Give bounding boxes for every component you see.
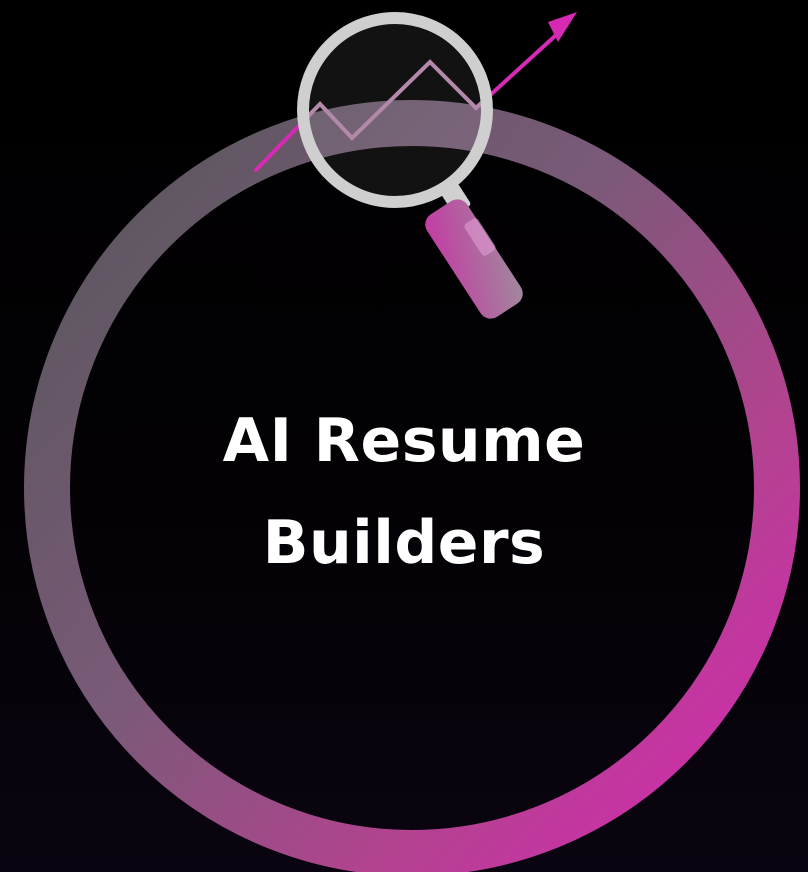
hero-title-line-2: Builders bbox=[262, 508, 546, 578]
magnifying-glass-icon bbox=[297, 12, 523, 319]
hero-title: AI Resume Builders bbox=[104, 390, 704, 594]
hero-graphic: AI Resume Builders bbox=[0, 0, 808, 872]
hero-title-line-1: AI Resume bbox=[222, 406, 586, 476]
